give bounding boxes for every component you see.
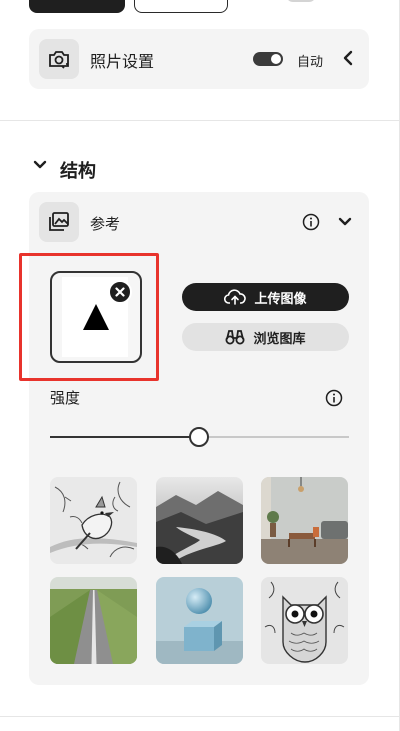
cloud-upload-icon	[224, 289, 247, 305]
structure-title: 结构	[60, 161, 96, 182]
remove-reference-button[interactable]	[108, 280, 132, 304]
strength-label: 强度	[50, 389, 81, 407]
photo-settings-card[interactable]: 照片设置 自动	[29, 29, 369, 89]
image-reference-icon	[39, 202, 79, 242]
auto-toggle[interactable]	[253, 52, 283, 66]
sample-road-field[interactable]	[50, 577, 137, 664]
chevron-down-icon[interactable]	[338, 217, 352, 227]
sample-owl-sketch[interactable]	[261, 577, 348, 664]
binoculars-icon	[225, 330, 245, 345]
browse-gallery-button[interactable]: 浏览图库	[182, 323, 349, 351]
info-icon[interactable]	[302, 213, 320, 231]
section-divider	[0, 120, 400, 121]
photo-settings-label: 照片设置	[90, 52, 155, 71]
top-primary-button[interactable]	[29, 0, 125, 13]
triangle-shape	[83, 304, 109, 330]
auto-label: 自动	[297, 55, 324, 70]
top-toggle[interactable]	[286, 0, 316, 2]
strength-slider-track-filled[interactable]	[50, 436, 190, 438]
camera-settings-icon	[39, 39, 79, 79]
section-divider	[0, 716, 400, 717]
chevron-left-icon[interactable]	[342, 49, 354, 67]
chevron-down-icon[interactable]	[33, 160, 47, 170]
browse-gallery-label: 浏览图库	[253, 331, 306, 347]
top-secondary-button[interactable]	[134, 0, 228, 13]
sample-misty-river[interactable]	[156, 477, 243, 564]
sample-sphere-on-cube[interactable]	[156, 577, 243, 664]
strength-slider-track[interactable]	[208, 436, 349, 438]
sample-living-room[interactable]	[261, 477, 348, 564]
reference-label: 参考	[90, 215, 121, 233]
upload-image-button[interactable]: 上传图像	[182, 283, 349, 311]
strength-slider-handle[interactable]	[189, 427, 209, 447]
info-icon[interactable]	[325, 389, 343, 407]
upload-image-label: 上传图像	[254, 291, 307, 307]
close-icon	[115, 287, 125, 297]
sample-bird-sketch[interactable]	[50, 477, 137, 564]
